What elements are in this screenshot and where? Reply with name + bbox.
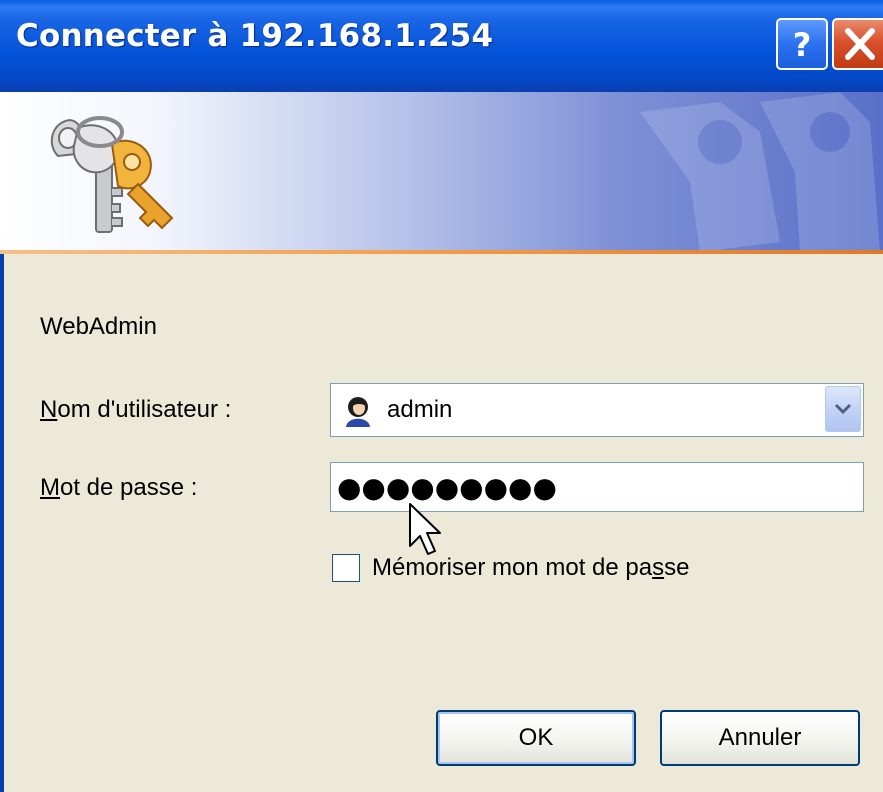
- realm-label: WebAdmin: [40, 313, 157, 340]
- window-border-left: [0, 254, 4, 792]
- close-button[interactable]: [832, 18, 883, 70]
- help-button[interactable]: ?: [776, 18, 828, 70]
- mouse-cursor-icon: [409, 503, 441, 555]
- svg-text:?: ?: [793, 26, 812, 64]
- username-combobox[interactable]: admin: [330, 383, 864, 437]
- username-dropdown-button[interactable]: [825, 386, 861, 432]
- banner-art: [50, 92, 880, 252]
- watermark-keys-icon: [640, 92, 880, 252]
- banner-divider: [0, 250, 883, 254]
- password-label: Mot de passe :: [40, 474, 198, 501]
- user-icon: [346, 397, 370, 427]
- password-value: ●●●●●●●●●: [337, 471, 557, 504]
- login-dialog: Connecter à 192.168.1.254 ? WebAdmin Nom…: [0, 0, 883, 792]
- remember-password-checkbox[interactable]: [332, 554, 360, 582]
- username-value: admin: [387, 396, 453, 423]
- dialog-banner: [0, 92, 883, 252]
- ok-button[interactable]: OK: [436, 710, 636, 766]
- window-title: Connecter à 192.168.1.254: [16, 18, 494, 54]
- close-icon: [845, 28, 875, 60]
- username-label: Nom d'utilisateur :: [40, 396, 232, 423]
- chevron-down-icon: [834, 403, 852, 415]
- cancel-button[interactable]: Annuler: [660, 710, 860, 766]
- keys-icon: [50, 116, 174, 233]
- help-icon: ?: [793, 26, 812, 64]
- title-bar[interactable]: Connecter à 192.168.1.254 ?: [0, 0, 883, 92]
